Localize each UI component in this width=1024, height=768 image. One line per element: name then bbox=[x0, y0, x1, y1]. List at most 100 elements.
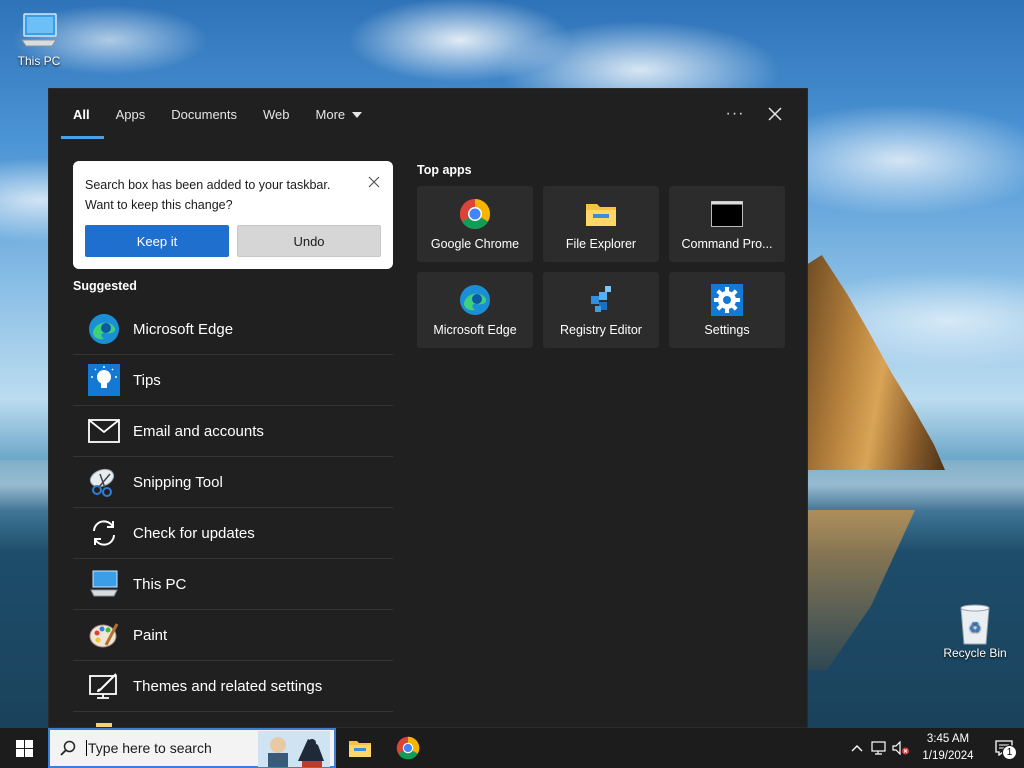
notification-badge: 1 bbox=[1002, 745, 1017, 760]
suggested-item-email-and-accounts[interactable]: Email and accounts bbox=[73, 406, 393, 457]
close-icon bbox=[768, 107, 782, 121]
suggested-item-label: Microsoft Edge bbox=[133, 320, 234, 338]
tab-more[interactable]: More bbox=[316, 89, 363, 139]
search-icon bbox=[60, 740, 76, 756]
search-tabs: All Apps Documents Web More bbox=[49, 89, 807, 139]
suggested-title: Suggested bbox=[73, 279, 137, 293]
clock-date: 1/19/2024 bbox=[922, 750, 974, 762]
document-icon bbox=[87, 712, 121, 727]
gear-icon bbox=[710, 283, 744, 317]
folder-icon bbox=[349, 741, 371, 757]
more-options-button[interactable]: ··· bbox=[715, 94, 755, 134]
themes-icon bbox=[87, 669, 121, 703]
suggested-item-label: Paint bbox=[133, 626, 168, 644]
top-app-label: Registry Editor bbox=[560, 323, 642, 337]
tab-label: Documents bbox=[171, 106, 238, 122]
tab-documents[interactable]: Documents bbox=[171, 89, 237, 139]
ellipsis-icon: ··· bbox=[725, 105, 745, 122]
chrome-icon bbox=[458, 197, 492, 231]
close-button[interactable] bbox=[755, 94, 795, 134]
wallpaper-reflection bbox=[805, 510, 915, 670]
toast-actions: Keep it Undo bbox=[85, 225, 381, 257]
volume-muted-icon bbox=[892, 741, 909, 755]
search-panel: All Apps Documents Web More ··· Search b… bbox=[48, 88, 808, 728]
action-center-button[interactable]: 1 bbox=[984, 728, 1024, 768]
start-button[interactable] bbox=[0, 728, 48, 768]
tab-all[interactable]: All bbox=[61, 89, 103, 139]
suggested-item-label: Snipping Tool bbox=[133, 473, 223, 491]
folder-icon bbox=[584, 197, 618, 231]
taskbar-file-explorer[interactable] bbox=[336, 728, 384, 768]
desktop-icon-label: This PC bbox=[17, 54, 61, 68]
keep-it-button[interactable]: Keep it bbox=[85, 225, 229, 257]
suggested-item-tips[interactable]: Tips bbox=[73, 355, 393, 406]
top-app-label: File Explorer bbox=[565, 237, 637, 251]
top-app-settings[interactable]: Settings bbox=[669, 272, 785, 348]
close-icon bbox=[368, 176, 380, 188]
undo-button[interactable]: Undo bbox=[237, 225, 381, 257]
computer-icon bbox=[17, 10, 61, 54]
top-app-microsoft-edge[interactable]: Microsoft Edge bbox=[417, 272, 533, 348]
tab-label: All bbox=[73, 106, 90, 122]
top-app-command-prompt[interactable]: Command Pro... bbox=[669, 186, 785, 262]
registry-icon bbox=[584, 283, 618, 317]
tab-web[interactable]: Web bbox=[263, 89, 290, 139]
suggested-item-microsoft-edge[interactable]: Microsoft Edge bbox=[73, 304, 393, 355]
network-button[interactable] bbox=[868, 728, 890, 768]
top-app-registry-editor[interactable]: Registry Editor bbox=[543, 272, 659, 348]
wallpaper-rock bbox=[805, 255, 945, 470]
chevron-down-icon bbox=[352, 112, 363, 118]
suggested-item-label: Check for updates bbox=[133, 524, 255, 542]
snipping-tool-icon bbox=[87, 465, 121, 499]
cmd-icon bbox=[710, 197, 744, 231]
tab-label: Apps bbox=[115, 106, 146, 122]
tips-icon bbox=[87, 363, 121, 397]
show-hidden-icons-button[interactable] bbox=[846, 728, 868, 768]
top-app-label: Google Chrome bbox=[430, 237, 520, 251]
suggested-item-paint[interactable]: Paint bbox=[73, 610, 393, 661]
mail-icon bbox=[87, 414, 121, 448]
system-tray: 3:45 AM 1/19/2024 1 bbox=[846, 728, 1024, 768]
top-apps-grid: Google Chrome File Explorer Command Pro.… bbox=[417, 186, 785, 348]
windows-logo-icon bbox=[15, 739, 33, 757]
suggested-item-label: Tips bbox=[133, 371, 161, 389]
desktop-icon-recycle-bin[interactable]: ♻ Recycle Bin bbox=[937, 602, 1013, 660]
top-app-google-chrome[interactable]: Google Chrome bbox=[417, 186, 533, 262]
suggested-item-check-for-updates[interactable]: Check for updates bbox=[73, 508, 393, 559]
recycle-bin-icon: ♻ bbox=[953, 602, 997, 646]
suggested-item-partial[interactable] bbox=[73, 712, 393, 727]
panel-actions: ··· bbox=[715, 89, 807, 139]
top-app-file-explorer[interactable]: File Explorer bbox=[543, 186, 659, 262]
suggested-item-label: Email and accounts bbox=[133, 422, 264, 440]
suggested-item-this-pc[interactable]: This PC bbox=[73, 559, 393, 610]
chevron-up-icon bbox=[851, 745, 863, 752]
top-app-label: Settings bbox=[704, 323, 750, 337]
paint-icon bbox=[87, 618, 121, 652]
volume-button[interactable] bbox=[890, 728, 912, 768]
taskbar-search-toast: Search box has been added to your taskba… bbox=[73, 161, 393, 269]
suggested-item-themes-and-related-settings[interactable]: Themes and related settings bbox=[73, 661, 393, 712]
tab-label: More bbox=[315, 106, 346, 122]
taskbar-clock[interactable]: 3:45 AM 1/19/2024 bbox=[912, 731, 984, 765]
top-apps-title: Top apps bbox=[417, 163, 472, 177]
top-app-label: Microsoft Edge bbox=[433, 323, 517, 337]
search-input[interactable]: Type here to search bbox=[86, 740, 212, 756]
suggested-item-label: Themes and related settings bbox=[133, 677, 323, 695]
refresh-icon bbox=[87, 516, 121, 550]
tab-apps[interactable]: Apps bbox=[116, 89, 146, 139]
edge-icon bbox=[87, 312, 121, 346]
suggested-list: Microsoft Edge Tips Email and accounts S… bbox=[73, 304, 393, 727]
desktop-icon-this-pc[interactable]: This PC bbox=[1, 10, 77, 68]
taskbar-search-box[interactable]: Type here to search bbox=[48, 728, 336, 768]
chrome-icon bbox=[396, 736, 420, 760]
taskbar-chrome[interactable] bbox=[384, 728, 432, 768]
edge-icon bbox=[458, 283, 492, 317]
top-app-label: Command Pro... bbox=[681, 237, 773, 251]
search-highlight-illustration bbox=[258, 731, 330, 767]
svg-text:♻: ♻ bbox=[969, 620, 982, 636]
desktop-icon-label: Recycle Bin bbox=[943, 646, 1007, 660]
suggested-item-label: This PC bbox=[133, 575, 187, 593]
taskbar: Type here to search 3:45 AM 1/19/2024 1 bbox=[0, 728, 1024, 768]
suggested-item-snipping-tool[interactable]: Snipping Tool bbox=[73, 457, 393, 508]
toast-close-button[interactable] bbox=[365, 173, 383, 191]
